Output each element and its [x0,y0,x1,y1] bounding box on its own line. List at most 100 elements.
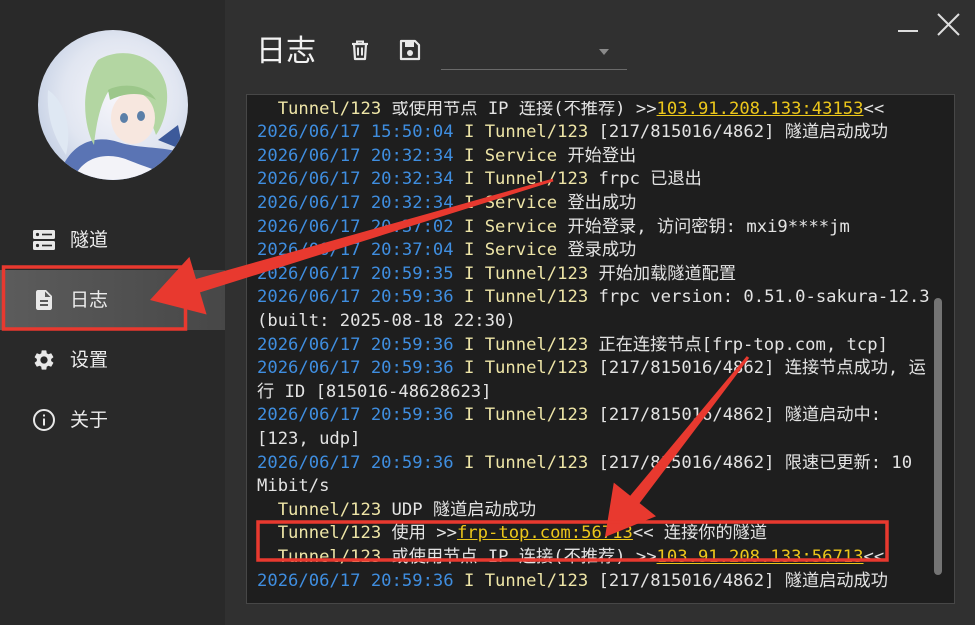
sidebar-item-label: 隧道 [70,229,109,251]
log-source: Tunnel/123 [484,405,589,426]
log-text: [217/815016/4862] 隧道启动成功 [598,122,888,143]
clear-log-button[interactable] [347,37,373,63]
log-level: I [463,334,475,355]
log-timestamp: 2026/06/17 20:59:36 [257,405,454,426]
log-viewport: Tunnel/123 或使用节点 IP 连接(不推荐) >>103.91.208… [257,101,939,601]
log-timestamp: 2026/06/17 20:59:36 [257,334,454,355]
close-button[interactable] [930,8,966,42]
log-message: 开始登录, 访问密钥: mxi9****jm [567,217,849,237]
log-line: 2026/06/17 20:59:36 I Tunnel/123 frpc ve… [257,286,939,333]
save-log-button[interactable] [397,37,423,63]
sidebar-item-tunnels[interactable]: 隧道 [0,210,225,270]
log-timestamp: 2026/06/17 20:59:36 [257,570,454,591]
log-timestamp: 2026/06/17 20:32:34 [257,193,454,214]
log-level: I [463,169,475,190]
log-level: I [463,287,475,308]
chevron-down-icon [598,47,610,57]
avatar[interactable] [38,30,188,180]
log-message: 或使用节点 IP 连接(不推荐) >>103.91.208.133:43153<… [392,101,885,119]
log-line: 2026/06/17 20:59:36 I Tunnel/123 正在连接节点[… [257,334,939,358]
log-link[interactable]: 103.91.208.133:56713 [657,547,864,567]
log-timestamp: 2026/06/17 15:50:04 [257,122,454,143]
log-line: Tunnel/123 或使用节点 IP 连接(不推荐) >>103.91.208… [257,101,939,121]
log-timestamp: 2026/06/17 20:59:36 [257,452,454,473]
log-text: 使用 >> [391,523,457,544]
avatar-image [38,30,188,180]
gear-icon [32,348,56,372]
log-link[interactable]: 103.91.208.133:43153 [657,101,864,119]
log-timestamp: 2026/06/17 20:59:36 [257,358,454,379]
log-source: Tunnel/123 [484,570,589,591]
log-line: 2026/06/17 20:32:34 I Service 登出成功 [257,192,939,216]
log-text: UDP 隧道启动成功 [391,499,537,520]
log-level: I [463,452,475,473]
log-line: 2026/06/17 20:32:34 I Service 开始登出 [257,145,939,169]
log-timestamp: 2026/06/17 20:59:35 [257,263,454,284]
log-message: [217/815016/4862] 隧道启动成功 [599,571,888,591]
sidebar: 隧道 日志 设置 关于 [0,0,225,625]
log-level: I [463,216,475,237]
log-source: Tunnel/123 [484,334,589,355]
log-source: Tunnel/123 [277,523,382,544]
log-timestamp: 2026/06/17 20:32:34 [257,145,454,166]
log-text: 登录成功 [567,240,637,261]
log-scrollbar-thumb[interactable] [934,298,942,575]
log-source: Tunnel/123 [484,452,589,473]
log-level: I [463,240,475,261]
sidebar-item-settings[interactable]: 设置 [0,330,225,390]
log-source: Service [484,216,558,237]
close-icon [937,13,960,36]
log-text: 或使用节点 IP 连接(不推荐) >> [391,101,657,119]
file-text-icon [32,288,56,312]
log-level: I [463,263,475,284]
trash-icon [352,40,368,61]
log-line: Tunnel/123 或使用节点 IP 连接(不推荐) >>103.91.208… [257,546,939,570]
log-text: 或使用节点 IP 连接(不推荐) >> [391,546,657,567]
log-text: 登出成功 [567,193,637,214]
log-message: 开始加载隧道配置 [599,264,737,284]
log-message: 或使用节点 IP 连接(不推荐) >>103.91.208.133:56713<… [392,547,885,567]
log-text: 开始登出 [567,145,637,166]
log-line: 2026/06/17 20:59:36 I Tunnel/123 [217/81… [257,357,939,404]
log-timestamp: 2026/06/17 20:32:34 [257,169,454,190]
log-line: 2026/06/17 20:59:36 I Tunnel/123 [217/81… [257,404,939,451]
log-content: Tunnel/123 或使用节点 IP 连接(不推荐) >>103.91.208… [257,101,939,593]
log-link[interactable]: frp-top.com:56713 [457,523,633,543]
log-text: << [863,546,885,567]
log-panel: Tunnel/123 或使用节点 IP 连接(不推荐) >>103.91.208… [246,94,955,604]
log-timestamp: 2026/06/17 20:59:36 [257,287,454,308]
log-level: I [463,570,475,591]
page-title: 日志 [256,34,316,69]
log-text: << 连接你的隧道 [632,523,768,544]
log-line: 2026/06/17 20:59:36 I Tunnel/123 [217/81… [257,570,939,594]
log-filter-select[interactable] [441,36,627,70]
log-text: 正在连接节点[frp-top.com, tcp] [598,334,888,355]
log-source: Service [484,145,558,166]
log-source: Service [484,240,558,261]
log-line: 2026/06/17 20:37:04 I Service 登录成功 [257,239,939,263]
log-source: Tunnel/123 [484,358,589,379]
log-line: 2026/06/17 20:59:35 I Tunnel/123 开始加载隧道配… [257,263,939,287]
log-level: I [463,122,475,143]
sidebar-item-logs[interactable]: 日志 [0,270,225,330]
log-level: I [463,405,475,426]
minimize-button[interactable] [890,8,926,42]
sidebar-item-label: 设置 [70,349,109,371]
log-message: frpc 已退出 [599,169,702,189]
log-source: Tunnel/123 [277,546,382,567]
log-source: Tunnel/123 [484,287,589,308]
sidebar-item-about[interactable]: 关于 [0,390,225,450]
log-line: 2026/06/17 15:50:04 I Tunnel/123 [217/81… [257,121,939,145]
server-icon [32,228,56,252]
log-line: Tunnel/123 UDP 隧道启动成功 [257,499,939,523]
log-message: 登出成功 [567,193,636,213]
log-text: << [863,101,885,119]
minimize-icon [898,30,918,32]
log-message: UDP 隧道启动成功 [392,500,537,520]
log-source: Tunnel/123 [484,263,589,284]
log-level: I [463,145,475,166]
log-text: 开始登录, 访问密钥: mxi9****jm [567,216,850,237]
log-timestamp: 2026/06/17 20:37:04 [257,240,454,261]
log-message: 使用 >>frp-top.com:56713<< 连接你的隧道 [392,523,768,543]
log-text: [217/815016/4862] 隧道启动成功 [598,570,888,591]
